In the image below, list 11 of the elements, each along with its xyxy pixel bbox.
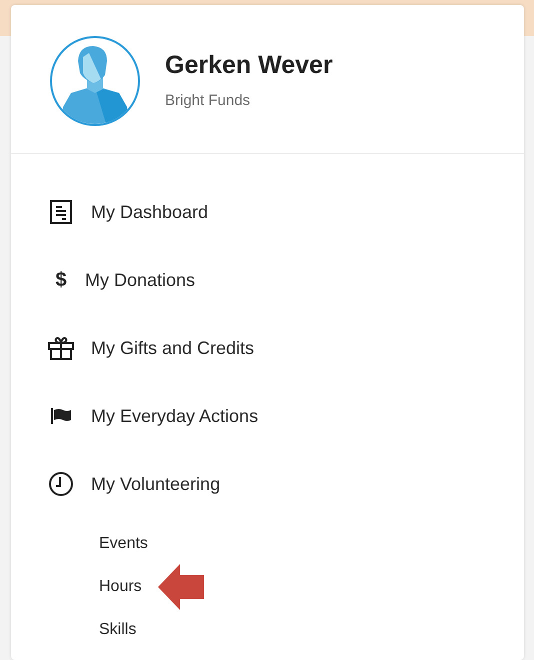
menu-item[interactable]: My Everyday Actions (48, 382, 524, 450)
organization-name: Bright Funds (165, 90, 252, 111)
menu-item[interactable]: My Gifts and Credits (48, 314, 524, 382)
dollar-icon: $ (55, 265, 67, 295)
menu-item[interactable]: My Volunteering (48, 450, 524, 518)
submenu-item[interactable]: Skills (99, 618, 136, 642)
user-name: Gerken Wever (165, 50, 333, 80)
menu-item[interactable]: My Dashboard (48, 178, 524, 246)
submenu-item[interactable]: Events (99, 532, 148, 556)
menu-item[interactable]: $ My Donations (48, 246, 524, 314)
submenu-item[interactable]: Hours (99, 574, 142, 598)
